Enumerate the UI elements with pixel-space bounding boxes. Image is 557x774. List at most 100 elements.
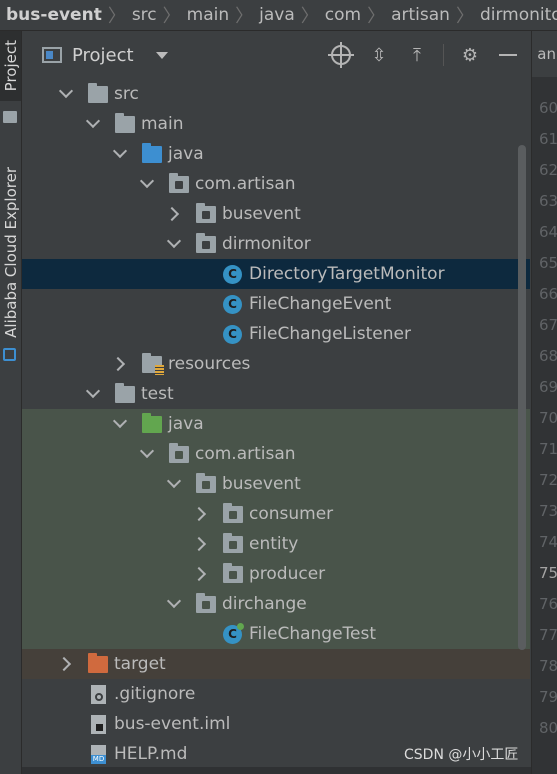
project-tree: src main java com.artisan busevent dirmo… — [22, 79, 530, 774]
class-icon — [223, 294, 242, 314]
tree-item-package[interactable]: busevent — [22, 469, 530, 499]
line-number: 77 — [539, 626, 557, 644]
tree-item-class-selected[interactable]: DirectoryTargetMonitor — [22, 259, 530, 289]
line-number: 66 — [539, 285, 557, 303]
tree-item-label: entity — [249, 534, 299, 554]
tree-item-label: FileChangeListener — [249, 324, 411, 344]
expand-all-icon[interactable]: ⇳ — [367, 43, 391, 67]
expand-arrow-icon[interactable] — [193, 506, 209, 522]
line-number: 71 — [539, 440, 557, 458]
source-folder-icon — [142, 142, 162, 163]
tree-item-package[interactable]: entity — [22, 529, 530, 559]
tree-item-src[interactable]: src — [22, 79, 530, 109]
collapse-arrow-icon[interactable] — [166, 596, 182, 612]
line-number: 79 — [539, 688, 557, 706]
tree-item-label: java — [168, 414, 204, 434]
tree-item-java-test[interactable]: java — [22, 409, 530, 439]
line-number: 63 — [539, 192, 557, 210]
tree-item-label: resources — [168, 354, 251, 374]
breadcrumb-main[interactable]: main — [183, 5, 233, 25]
view-dropdown-icon[interactable] — [155, 51, 168, 59]
breadcrumb-dirmonitor[interactable]: dirmonitor — [476, 5, 557, 25]
tree-item-label: src — [114, 84, 139, 104]
tree-item-package[interactable]: dirmonitor — [22, 229, 530, 259]
package-icon — [169, 442, 189, 463]
alibaba-cloud-icon[interactable] — [3, 348, 16, 361]
expand-arrow-icon[interactable] — [193, 566, 209, 582]
line-number: 61 — [539, 130, 557, 148]
expand-arrow-icon[interactable] — [166, 206, 182, 222]
tree-item-package[interactable]: busevent — [22, 199, 530, 229]
tree-item-test-class[interactable]: FileChangeTest — [22, 619, 530, 649]
tool-window-title[interactable]: Project — [72, 45, 134, 66]
tree-item-package[interactable]: com.artisan — [22, 439, 530, 469]
folder-icon — [88, 82, 108, 103]
collapse-arrow-icon[interactable] — [85, 116, 101, 132]
package-icon — [196, 232, 216, 253]
collapse-arrow-icon[interactable] — [166, 236, 182, 252]
breadcrumb-com[interactable]: com — [321, 5, 365, 25]
breadcrumb-project[interactable]: bus-event — [0, 5, 106, 25]
package-icon — [223, 562, 243, 583]
line-number: 76 — [539, 595, 557, 613]
alibaba-cloud-explorer-tab[interactable]: Alibaba Cloud Explorer — [0, 160, 21, 345]
tree-item-class[interactable]: FileChangeEvent — [22, 289, 530, 319]
folder-icon[interactable] — [3, 111, 17, 123]
collapse-arrow-icon[interactable] — [139, 446, 155, 462]
locate-icon[interactable] — [328, 42, 354, 68]
collapse-arrow-icon[interactable] — [85, 386, 101, 402]
tree-item-label: consumer — [249, 504, 334, 524]
collapse-arrow-icon[interactable] — [58, 86, 74, 102]
test-class-icon — [223, 622, 244, 644]
collapse-all-icon[interactable]: ⤒ — [405, 43, 429, 67]
tree-item-file[interactable]: .gitignore — [22, 679, 530, 709]
project-view-icon — [42, 47, 62, 63]
breadcrumb-artisan[interactable]: artisan — [387, 5, 454, 25]
tree-item-resources[interactable]: resources — [22, 349, 530, 379]
breadcrumb-separator: 〉 — [235, 6, 254, 27]
tree-item-label: main — [141, 114, 184, 134]
line-number: 62 — [539, 161, 557, 179]
gear-icon[interactable]: ⚙ — [458, 43, 482, 67]
class-icon — [223, 324, 242, 344]
tree-item-package[interactable]: dirchange — [22, 589, 530, 619]
tree-item-label: dirmonitor — [222, 234, 311, 254]
horizontal-scrollbar[interactable] — [22, 767, 531, 774]
tree-item-class[interactable]: FileChangeListener — [22, 319, 530, 349]
package-icon — [223, 502, 243, 523]
tree-item-package[interactable]: consumer — [22, 499, 530, 529]
package-icon — [223, 532, 243, 553]
tree-item-test[interactable]: test — [22, 379, 530, 409]
collapse-arrow-icon[interactable] — [112, 416, 128, 432]
excluded-folder-icon — [88, 652, 108, 673]
class-icon — [223, 264, 242, 284]
tree-item-target[interactable]: target — [22, 649, 530, 679]
tree-item-file[interactable]: bus-event.iml — [22, 709, 530, 739]
expand-arrow-icon[interactable] — [58, 656, 74, 672]
tree-item-main[interactable]: main — [22, 109, 530, 139]
expand-arrow-icon[interactable] — [193, 536, 209, 552]
tree-item-label: java — [168, 144, 204, 164]
project-stripe-tab[interactable]: Project — [0, 31, 21, 101]
collapse-arrow-icon[interactable] — [139, 176, 155, 192]
editor-tab[interactable]: an — [532, 31, 557, 77]
collapse-arrow-icon[interactable] — [112, 146, 128, 162]
tree-item-label: com.artisan — [195, 174, 296, 194]
line-number: 73 — [539, 502, 557, 520]
project-tool-header: Project ⇳ ⤒ ⚙ — [22, 31, 530, 79]
collapse-arrow-icon[interactable] — [166, 476, 182, 492]
tree-item-label: bus-event.iml — [114, 714, 231, 734]
alibaba-cloud-explorer-label: Alibaba Cloud Explorer — [1, 167, 20, 338]
tree-item-label: busevent — [222, 204, 301, 224]
breadcrumb-src[interactable]: src — [128, 5, 161, 25]
tree-item-package[interactable]: com.artisan — [22, 169, 530, 199]
tree-item-label: busevent — [222, 474, 301, 494]
tree-item-java-source[interactable]: java — [22, 139, 530, 169]
tree-scrollbar[interactable] — [518, 145, 526, 650]
expand-arrow-icon[interactable] — [112, 356, 128, 372]
breadcrumb-java[interactable]: java — [255, 5, 299, 25]
package-icon — [196, 472, 216, 493]
tree-item-package[interactable]: producer — [22, 559, 530, 589]
hide-icon[interactable] — [496, 43, 520, 67]
line-number: 65 — [539, 254, 557, 272]
